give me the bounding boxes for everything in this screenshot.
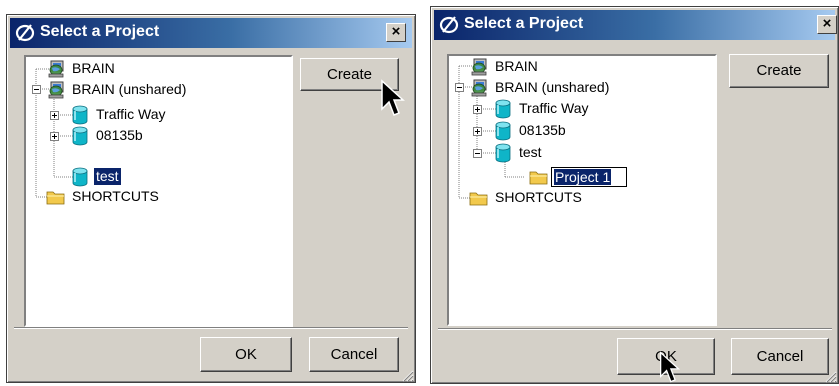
folder-icon (529, 167, 549, 187)
expand-toggle[interactable] (473, 127, 482, 136)
database-icon (493, 99, 513, 119)
tree-node-label: Traffic Way (519, 100, 589, 116)
separator (438, 328, 832, 330)
dialog-title: Select a Project (40, 23, 160, 40)
network-computer-icon (469, 78, 489, 98)
database-icon (70, 126, 90, 146)
separator (14, 327, 408, 329)
expand-toggle[interactable] (50, 132, 59, 141)
tree-node-label: BRAIN (495, 58, 538, 74)
database-icon (493, 143, 513, 163)
tree-node-label: 08135b (96, 127, 143, 143)
title-bar[interactable]: Select a Project × (434, 10, 837, 40)
project-tree[interactable]: BRAIN BRAIN (unshared) Traffic Way 08135… (447, 54, 717, 326)
tree-node-label: SHORTCUTS (495, 189, 582, 205)
tree-node-label: 08135b (519, 122, 566, 138)
rename-input[interactable]: Project 1 (551, 167, 627, 187)
network-computer-icon (469, 57, 489, 77)
title-bar[interactable]: Select a Project × (10, 18, 412, 48)
tree-node-label-selected: test (94, 168, 121, 185)
tree-node-label: BRAIN (unshared) (495, 79, 610, 95)
resize-grip-icon[interactable] (400, 368, 414, 382)
mouse-cursor-icon (380, 79, 406, 119)
network-computer-icon (46, 80, 66, 100)
tree-node-label: test (519, 144, 542, 160)
project-tree[interactable]: BRAIN BRAIN (unshared) Traffic Way 08135… (24, 55, 293, 327)
close-button[interactable]: × (386, 23, 406, 42)
database-icon (70, 167, 90, 187)
tree-node-label: BRAIN (72, 60, 115, 76)
dialog-title: Select a Project (464, 15, 584, 32)
collapse-toggle[interactable] (32, 85, 41, 94)
cancel-button[interactable]: Cancel (731, 338, 829, 375)
collapse-toggle[interactable] (455, 83, 464, 92)
rename-input-text: Project 1 (554, 169, 612, 185)
expand-toggle[interactable] (50, 111, 59, 120)
ok-button[interactable]: OK (200, 337, 292, 372)
database-icon (70, 105, 90, 125)
app-logo-icon (438, 13, 460, 35)
select-project-dialog-left: Select a Project × BRAIN BRAIN (unshared… (6, 14, 416, 383)
close-button[interactable]: × (817, 15, 837, 34)
expand-toggle[interactable] (473, 105, 482, 114)
tree-node-label: SHORTCUTS (72, 188, 159, 204)
folder-icon (469, 188, 489, 208)
resize-grip-icon[interactable] (823, 369, 837, 383)
network-computer-icon (46, 59, 66, 79)
database-icon (493, 121, 513, 141)
select-project-dialog-right: Select a Project × BRAIN BRAIN (unshared… (430, 6, 839, 384)
cancel-button[interactable]: Cancel (309, 337, 399, 372)
tree-node-label: Traffic Way (96, 106, 166, 122)
folder-icon (46, 187, 66, 207)
create-button[interactable]: Create (729, 54, 829, 88)
collapse-toggle[interactable] (473, 149, 482, 158)
tree-node-label: BRAIN (unshared) (72, 81, 187, 97)
app-logo-icon (14, 21, 36, 43)
mouse-cursor-icon (657, 351, 683, 385)
